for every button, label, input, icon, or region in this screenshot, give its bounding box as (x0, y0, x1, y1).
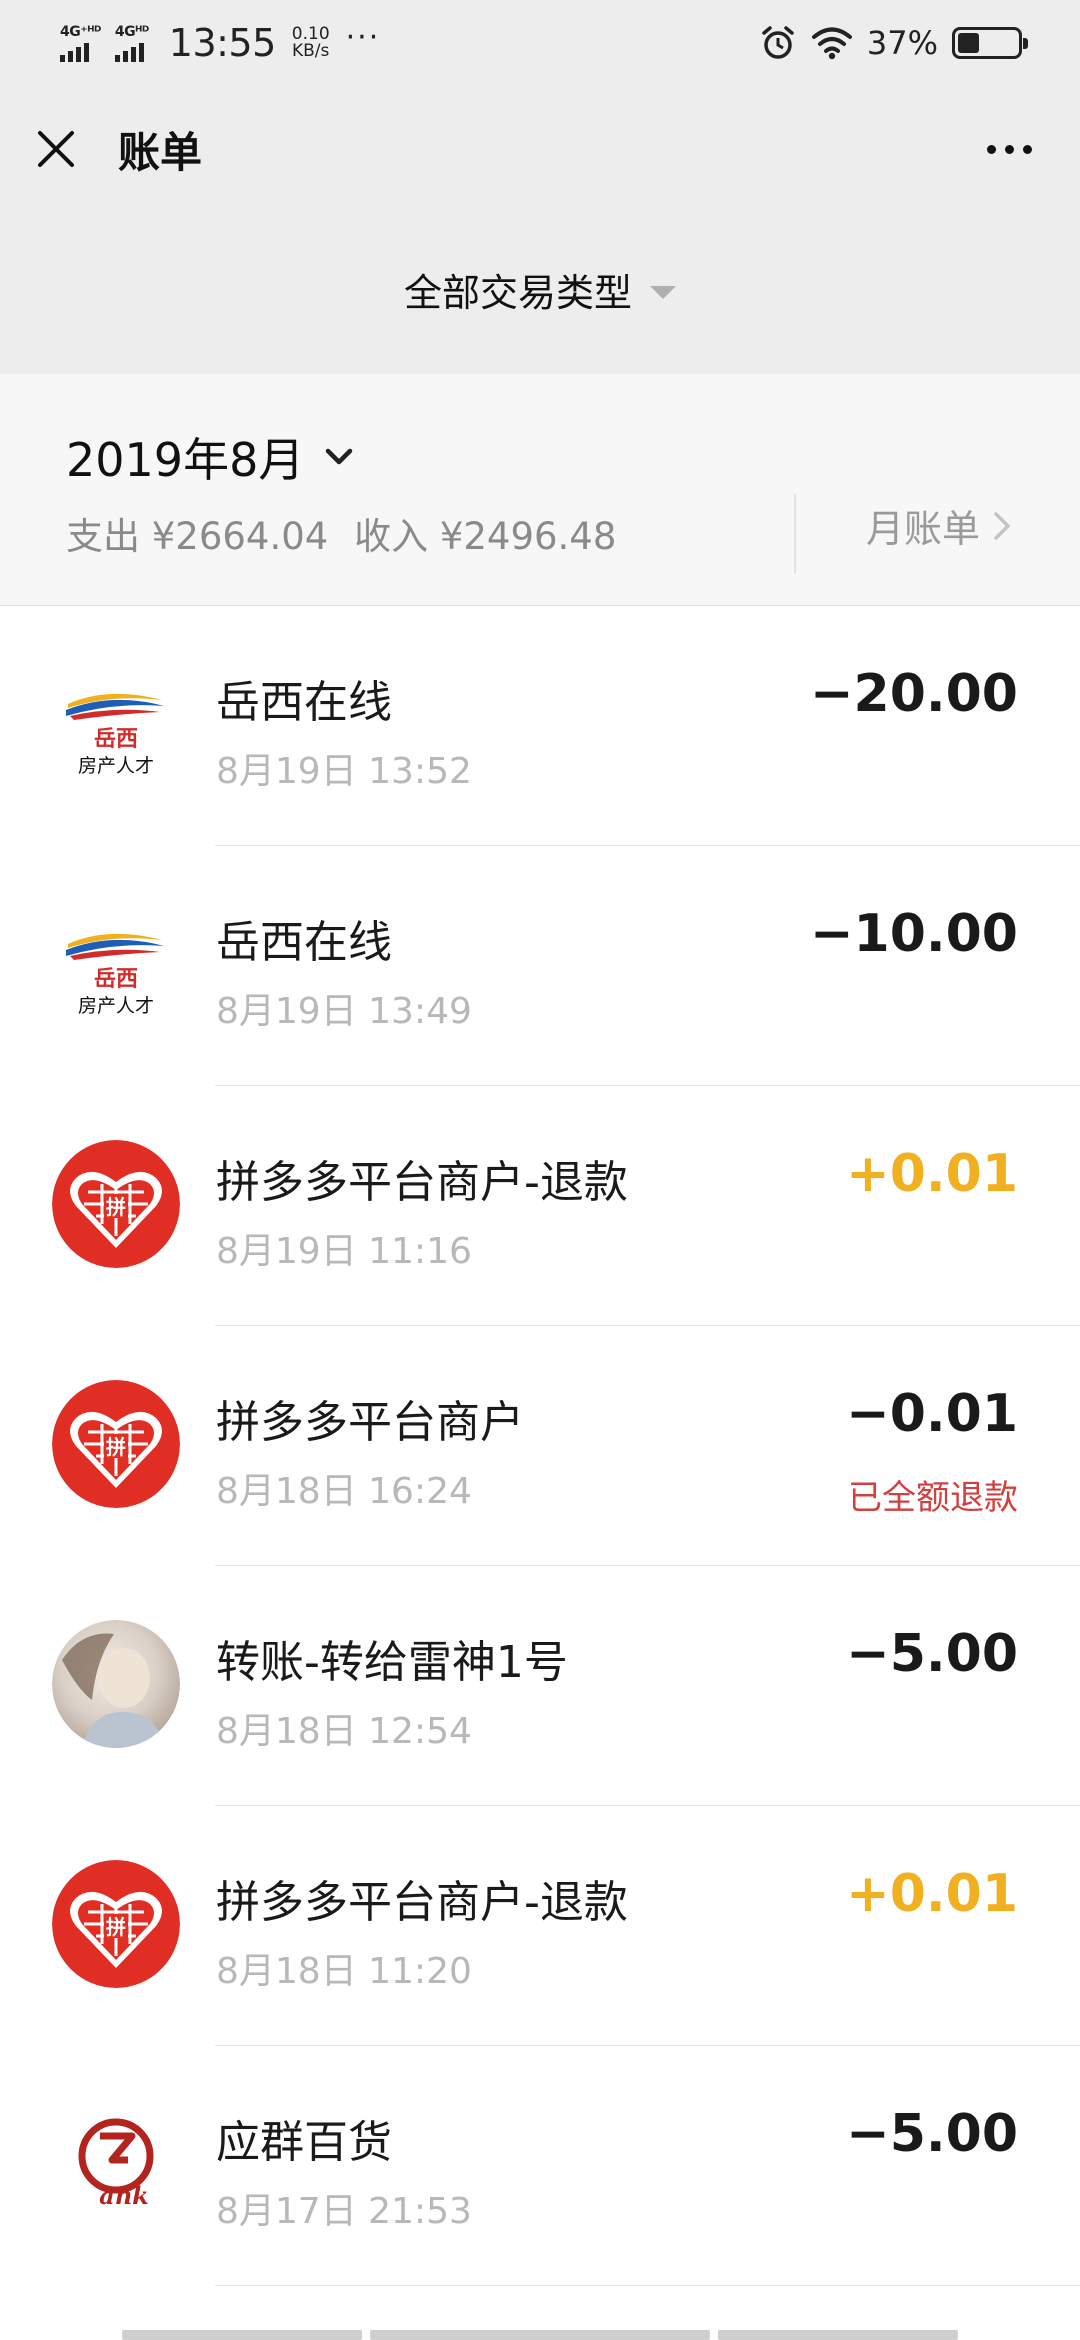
month-selector[interactable]: 2019年8月 (66, 424, 356, 490)
transaction-time: 8月19日 11:16 (216, 1231, 472, 1272)
pinduoduo-logo-char: 拼 (106, 1435, 126, 1459)
dropdown-arrow-icon (650, 286, 676, 299)
sim2-label: 4Gᴴᴰ (114, 24, 149, 40)
transaction-time: 8月19日 13:52 (216, 751, 472, 792)
month-summary: 2019年8月 支出 ¥2664.04 收入 ¥2496.48 月账单 (0, 374, 1080, 606)
chevron-down-icon (326, 448, 353, 465)
transaction-name: 岳西在线 (216, 677, 392, 728)
transaction-time: 8月17日 21:53 (216, 2191, 472, 2232)
transaction-name: 岳西在线 (216, 917, 392, 968)
signal-bars-icon (60, 42, 89, 62)
yuexi-logo-text-2: 房产人才 (78, 755, 154, 777)
sim1-signal: 4G⁺ᴴᴰ (60, 24, 101, 62)
merchant-avatar: ank (52, 2100, 180, 2228)
battery-icon (952, 27, 1028, 59)
transaction-time: 8月19日 13:49 (216, 991, 472, 1032)
pinduoduo-logo-icon: 拼 (52, 1380, 180, 1508)
wifi-icon (811, 27, 852, 60)
transaction-row[interactable]: 岳西 房产人才 岳西在线 8月19日 13:49 −10.00 (0, 846, 1080, 1086)
transaction-time: 8月18日 11:20 (216, 1951, 472, 1992)
scroll-indicator (122, 2330, 958, 2340)
merchant-avatar (52, 1620, 180, 1748)
expense-total: 支出 ¥2664.04 (66, 515, 329, 558)
transaction-amount: −0.01 (846, 1384, 1018, 1444)
transaction-amount: −20.00 (809, 664, 1018, 724)
battery-percent: 37% (866, 24, 938, 62)
transaction-name: 拼多多平台商户 (216, 1397, 524, 1448)
sim1-label: 4G⁺ᴴᴰ (60, 24, 101, 40)
income-total: 收入 ¥2496.48 (354, 515, 617, 558)
network-speed-unit: KB/s (292, 41, 330, 61)
merchant-avatar: 岳西 房产人才 (52, 900, 180, 1028)
nav-bar: 账单 (0, 86, 1080, 212)
transaction-amount: +0.01 (846, 1144, 1018, 1204)
alarm-icon (762, 26, 794, 59)
status-time: 13:55 (168, 21, 277, 65)
transaction-name: 应群百货 (216, 2117, 392, 2168)
yuexi-logo-text-2: 房产人才 (78, 995, 154, 1017)
divider (794, 494, 796, 574)
transaction-time: 8月18日 16:24 (216, 1471, 472, 1512)
transaction-amount: +0.01 (846, 1864, 1018, 1924)
network-speed: 0.10 KB/s (292, 26, 330, 60)
sim2-signal: 4Gᴴᴰ (114, 24, 149, 62)
user-avatar-icon (52, 1620, 180, 1748)
more-notifications-icon: ··· (345, 19, 381, 55)
monthly-bill-label: 月账单 (866, 507, 981, 551)
transaction-name: 转账-转给雷神1号 (216, 1637, 568, 1688)
yuexi-logo-text-1: 岳西 (94, 727, 138, 752)
yuexi-logo-text-1: 岳西 (94, 967, 138, 992)
transaction-list: 岳西 房产人才 岳西在线 8月19日 13:52 −20.00 岳西 房产人才 岳西… (0, 606, 1080, 2286)
merchant-avatar: 拼 (52, 1860, 180, 1988)
chevron-right-icon (994, 511, 1010, 540)
transaction-name: 拼多多平台商户-退款 (216, 1877, 628, 1928)
pinduoduo-logo-char: 拼 (106, 1915, 126, 1939)
filter-area: 全部交易类型 (0, 212, 1080, 374)
refund-status-note: 已全额退款 (848, 1478, 1018, 1518)
pinduoduo-logo-icon: 拼 (52, 1140, 180, 1268)
transaction-type-filter[interactable]: 全部交易类型 (404, 262, 676, 317)
yuexi-logo-icon: 岳西 房产人才 (52, 660, 180, 788)
monthly-bill-link[interactable]: 月账单 (866, 498, 1012, 553)
page-title: 账单 (118, 127, 203, 177)
transaction-amount: −5.00 (846, 2104, 1018, 2164)
transaction-row[interactable]: 拼 拼多多平台商户-退款 8月19日 11:16 +0.01 (0, 1086, 1080, 1326)
month-totals: 支出 ¥2664.04 收入 ¥2496.48 (66, 506, 616, 560)
transaction-row[interactable]: 拼 拼多多平台商户-退款 8月18日 11:20 +0.01 (0, 1806, 1080, 2046)
pinduoduo-logo-char: 拼 (106, 1195, 126, 1219)
signal-bars-icon (114, 42, 144, 62)
month-label: 2019年8月 (66, 433, 305, 487)
yuexi-logo-icon: 岳西 房产人才 (52, 900, 180, 1028)
merchant-avatar: 岳西 房产人才 (52, 660, 180, 788)
filter-label: 全部交易类型 (403, 271, 632, 315)
merchant-avatar: 拼 (52, 1380, 180, 1508)
transaction-row[interactable]: ank 应群百货 8月17日 21:53 −5.00 (0, 2046, 1080, 2286)
transaction-name: 拼多多平台商户-退款 (216, 1157, 628, 1208)
transaction-amount: −10.00 (809, 904, 1018, 964)
transaction-row[interactable]: 拼 拼多多平台商户 8月18日 16:24 −0.01 已全额退款 (0, 1326, 1080, 1566)
close-icon[interactable] (34, 127, 78, 171)
rank-logo-icon: ank (52, 2100, 180, 2228)
pinduoduo-logo-icon: 拼 (52, 1860, 180, 1988)
transaction-time: 8月18日 12:54 (216, 1711, 472, 1752)
rank-logo-text: ank (99, 2181, 149, 2210)
transaction-row[interactable]: 岳西 房产人才 岳西在线 8月19日 13:52 −20.00 (0, 606, 1080, 846)
status-bar: 4G⁺ᴴᴰ 4Gᴴᴰ 13:55 0.10 KB/s ··· 37% (0, 0, 1080, 86)
merchant-avatar: 拼 (52, 1140, 180, 1268)
battery-level (958, 33, 980, 53)
transaction-amount: −5.00 (846, 1624, 1018, 1684)
transaction-row[interactable]: 转账-转给雷神1号 8月18日 12:54 −5.00 (0, 1566, 1080, 1806)
more-options-button[interactable] (973, 125, 1046, 174)
